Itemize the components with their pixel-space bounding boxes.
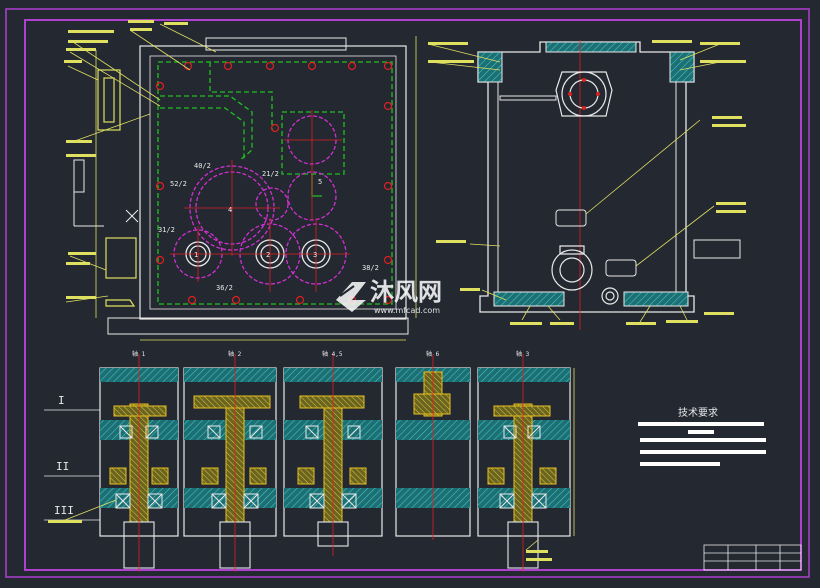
watermark-brand: 沐风网: [370, 278, 442, 306]
title-block: [703, 544, 802, 571]
gear-label-31-2: 31/2: [158, 226, 175, 234]
gear-label-52-2: 52/2: [170, 180, 187, 188]
section-title-axis6: 轴 6: [426, 350, 440, 358]
side-view: [427, 40, 746, 330]
section-title-axis1: 轴 1: [132, 350, 146, 358]
gear-train: [173, 115, 347, 285]
gear-label-5: 5: [318, 178, 322, 186]
shaft-ends: [123, 521, 539, 569]
top-boss-bolts: [568, 78, 600, 110]
roman-label-2: II: [56, 460, 69, 473]
gear-label-2: 2: [266, 251, 270, 259]
side-callout-bars: [428, 40, 746, 325]
section-title-axis2: 轴 2: [228, 350, 242, 358]
gear-label-4: 4: [228, 206, 232, 214]
left-handles: [97, 69, 137, 307]
gear-label-38-2: 38/2: [362, 264, 379, 272]
watermark-url: www.mfcad.com: [374, 306, 440, 315]
cad-drawing-canvas: 40/2 52/2 4 31/2 21/2 5 1 2 3 36/2 38/2: [0, 0, 820, 588]
section-title-axis3: 轴 3: [516, 350, 530, 358]
section-title-axis45: 轴 4,5: [322, 350, 343, 358]
watermark: 沐风网 www.mfcad.com: [336, 278, 442, 315]
gear-label-21-2: 21/2: [262, 170, 279, 178]
drawing-sheet: 40/2 52/2 4 31/2 21/2 5 1 2 3 36/2 38/2: [5, 8, 810, 578]
oil-plate: [605, 259, 637, 277]
technical-requirements: 技术要求: [638, 406, 766, 466]
gear-label-36-2: 36/2: [216, 284, 233, 292]
left-fittings: [73, 159, 139, 227]
roman-label-3: III: [54, 504, 74, 517]
name-plate: [555, 209, 587, 227]
front-view: 40/2 52/2 4 31/2 21/2 5 1 2 3 36/2 38/2: [64, 20, 417, 341]
roman-label-1: I: [58, 394, 65, 407]
tech-req-lines: [638, 422, 766, 466]
gear-label-1: 1: [194, 251, 198, 259]
dimension-lines: [95, 36, 417, 341]
tech-req-title: 技术要求: [678, 406, 718, 419]
gear-label-3: 3: [313, 251, 317, 259]
gear-label-40-2: 40/2: [194, 162, 211, 170]
shaft-sections: I II III 轴 1 轴 2 轴 4,5 轴 6 轴 3: [44, 350, 575, 572]
